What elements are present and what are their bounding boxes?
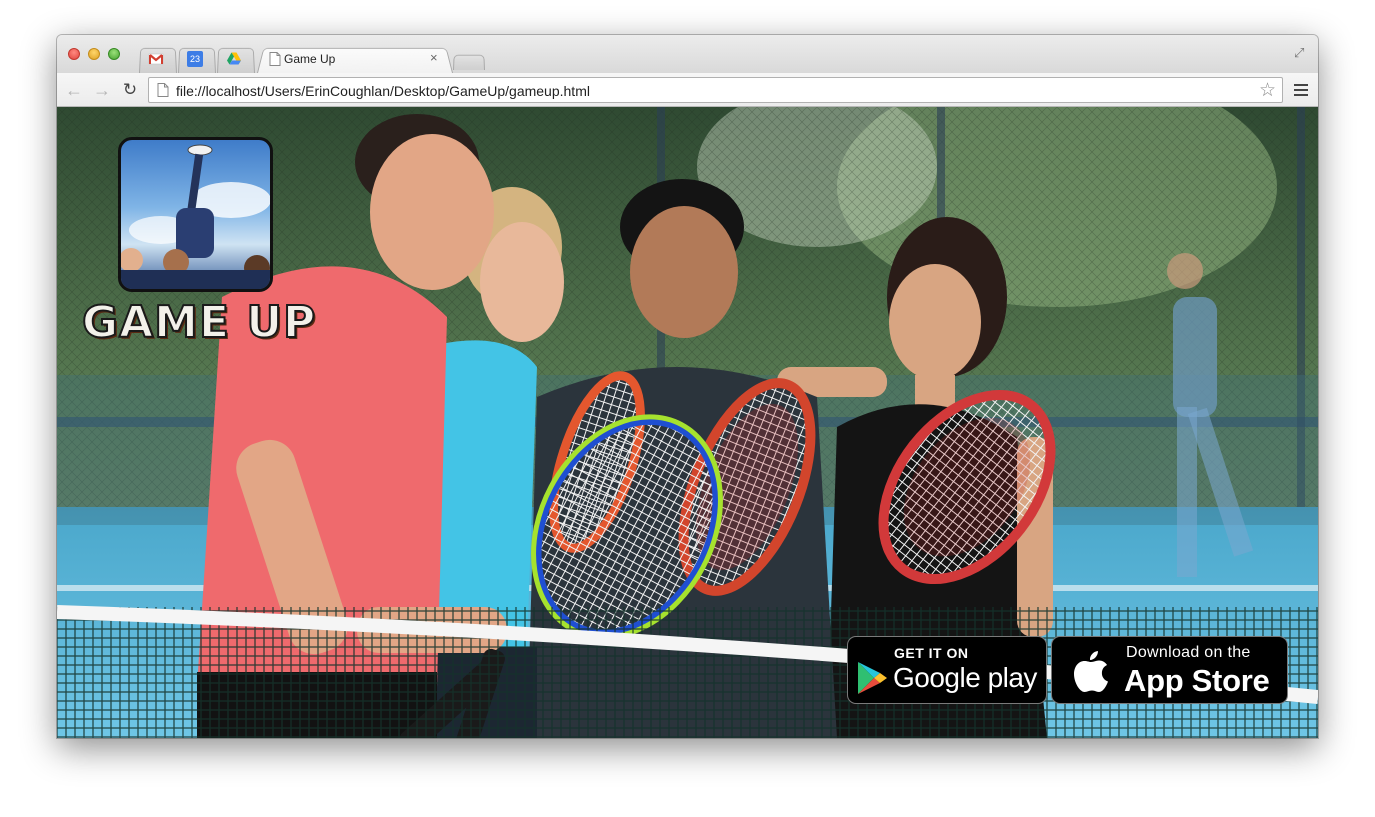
new-tab-button[interactable] (453, 54, 485, 70)
menu-icon[interactable] (1294, 84, 1308, 96)
google-play-icon (858, 662, 887, 694)
minimize-window-button[interactable] (88, 48, 100, 60)
url-text[interactable]: file://localhost/Users/ErinCoughlan/Desk… (176, 83, 590, 99)
app-store-label: App Store (1124, 663, 1270, 698)
back-button[interactable]: ← (63, 79, 85, 101)
page-icon (269, 52, 281, 66)
close-tab-icon[interactable]: × (430, 50, 438, 65)
zoom-window-button[interactable] (108, 48, 120, 60)
google-play-label: Google play (893, 662, 1037, 693)
tab-title: Game Up (284, 52, 336, 66)
logo-photo-art (121, 144, 270, 289)
page-viewport: GAME UP GET IT ON Google play Download o… (57, 107, 1318, 738)
drive-icon (227, 52, 241, 65)
page-icon (157, 83, 169, 97)
gmail-icon (148, 53, 164, 65)
app-store-button[interactable]: Download on the App Store (1051, 636, 1288, 704)
forward-button[interactable]: → (91, 79, 113, 101)
app-store-caption: Download on the (1126, 644, 1251, 661)
close-window-button[interactable] (68, 48, 80, 60)
fullscreen-icon[interactable]: ⤢ (1294, 45, 1308, 60)
google-play-button[interactable]: GET IT ON Google play (847, 636, 1047, 704)
browser-toolbar: ← → ↻ file://localhost/Users/ErinCoughla… (57, 73, 1318, 107)
apple-icon (1074, 651, 1108, 692)
bookmark-star-icon[interactable]: ☆ (1259, 79, 1276, 102)
address-bar[interactable]: file://localhost/Users/ErinCoughlan/Desk… (148, 77, 1283, 103)
logo-image[interactable] (118, 137, 273, 292)
browser-window: 23 Game Up × ⤢ ← → ↻ file://localhost/Us… (57, 35, 1318, 738)
tab-strip: 23 Game Up × ⤢ (57, 35, 1318, 73)
logo-wordmark[interactable]: GAME UP (81, 296, 316, 349)
google-play-caption: GET IT ON (894, 645, 969, 661)
calendar-icon: 23 (187, 51, 203, 67)
reload-button[interactable]: ↻ (119, 79, 141, 101)
